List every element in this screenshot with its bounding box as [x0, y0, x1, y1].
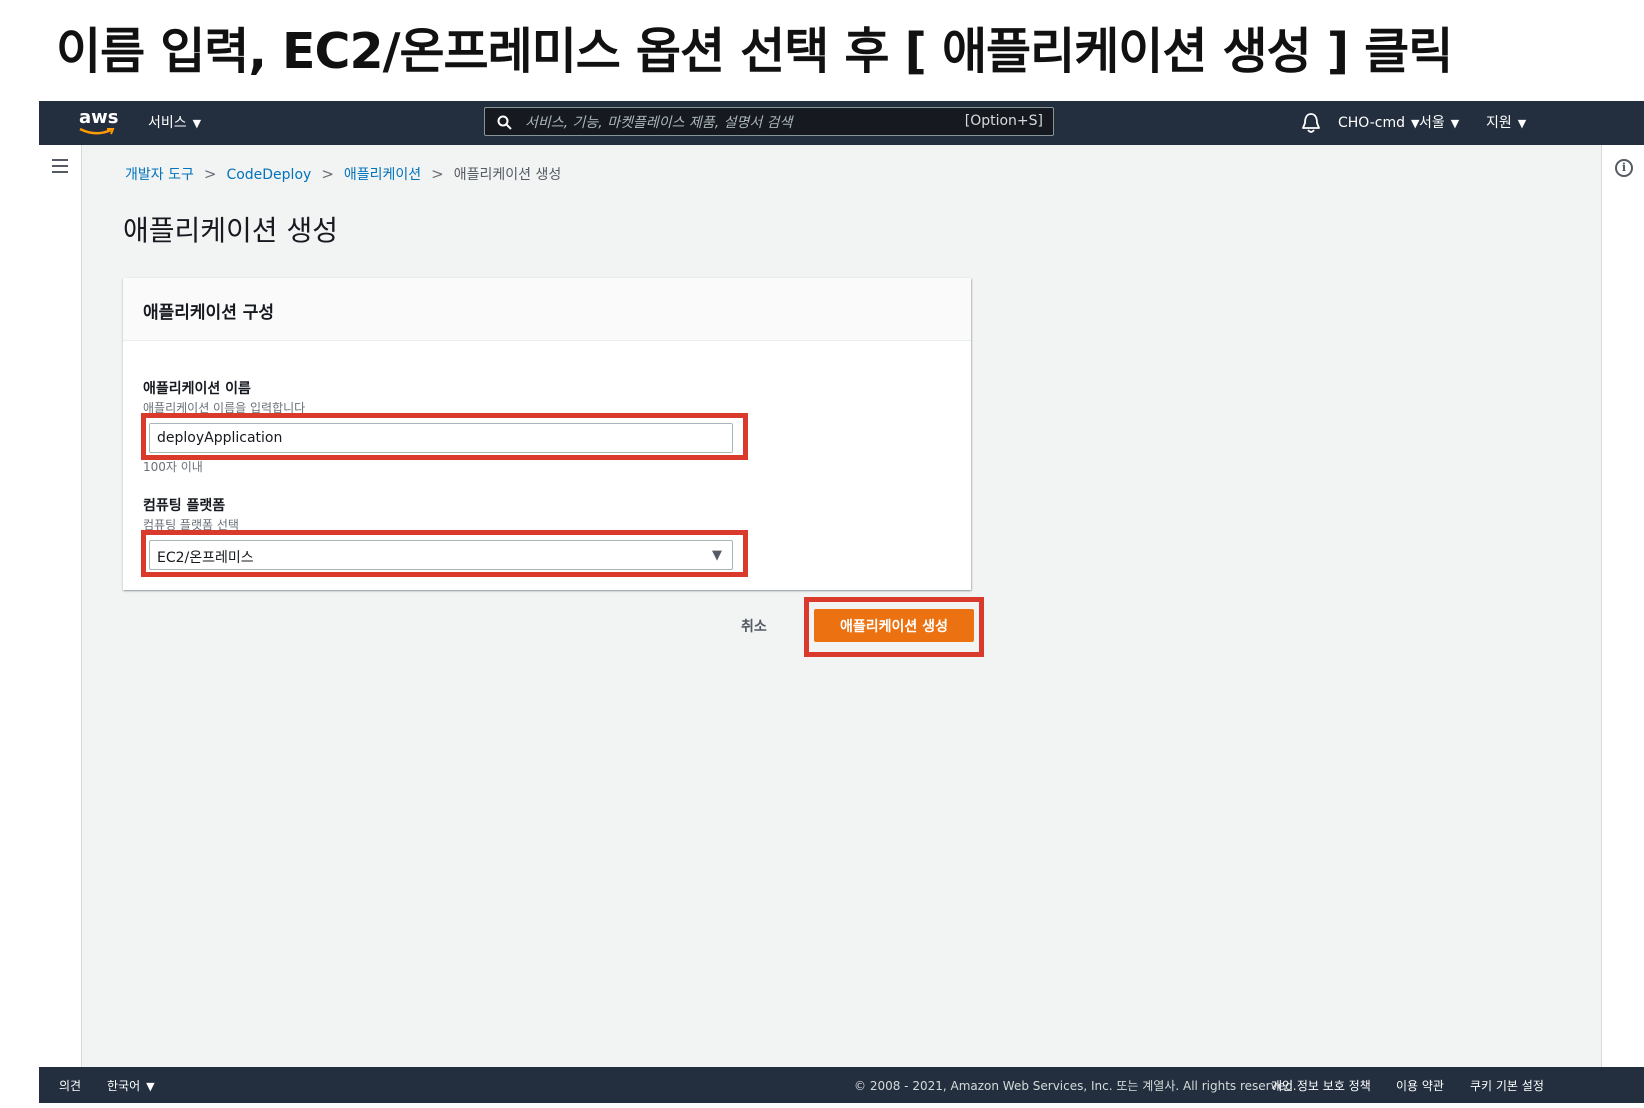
privacy-link[interactable]: 개인 정보 보호 정책: [1271, 1077, 1371, 1094]
caret-down-icon: ▼: [192, 117, 202, 130]
search-bar[interactable]: [Option+S]: [484, 107, 1054, 136]
caret-down-icon: ▼: [1450, 117, 1460, 130]
platform-select[interactable]: EC2/온프레미스 ▼: [149, 540, 733, 570]
search-icon: [497, 115, 512, 130]
app-name-constraint: 100자 이내: [143, 460, 203, 474]
aws-smile-icon: [79, 128, 115, 135]
aws-logo-text: aws: [79, 107, 119, 128]
search-shortcut: [Option+S]: [964, 113, 1043, 129]
support-menu[interactable]: 지원 ▼: [1486, 101, 1526, 145]
language-label: 한국어: [107, 1079, 141, 1093]
language-selector[interactable]: 한국어 ▼: [107, 1077, 155, 1094]
slide-title: 이름 입력, EC2/온프레미스 옵션 선택 후 [ 애플리케이션 생성 ] 클…: [56, 23, 1453, 80]
cancel-button[interactable]: 취소: [741, 616, 767, 636]
breadcrumb-current: 애플리케이션 생성: [453, 167, 562, 183]
platform-description: 컴퓨팅 플랫폼 선택: [143, 518, 239, 532]
right-rail: i: [1601, 145, 1644, 1067]
account-menu[interactable]: CHO-cmd ▼: [1338, 101, 1419, 145]
footer: 의견 한국어 ▼ © 2008 - 2021, Amazon Web Servic…: [39, 1067, 1644, 1103]
app-name-description: 애플리케이션 이름을 입력합니다: [143, 401, 306, 415]
breadcrumb-developer-tools[interactable]: 개발자 도구: [125, 167, 194, 183]
panel-title: 애플리케이션 구성: [143, 303, 275, 323]
copyright-text: © 2008 - 2021, Amazon Web Services, Inc.…: [854, 1079, 1297, 1093]
caret-down-icon: ▼: [146, 1080, 155, 1093]
info-icon[interactable]: i: [1615, 159, 1633, 177]
support-label: 지원: [1486, 115, 1512, 131]
hamburger-menu-icon[interactable]: [52, 159, 68, 173]
app-name-label: 애플리케이션 이름: [143, 381, 251, 397]
create-application-button[interactable]: 애플리케이션 생성: [814, 609, 974, 642]
platform-selected-value: EC2/온프레미스: [157, 550, 254, 566]
app-name-input[interactable]: [149, 423, 733, 453]
feedback-link[interactable]: 의견: [59, 1077, 81, 1094]
application-config-panel: 애플리케이션 구성 애플리케이션 이름 애플리케이션 이름을 입력합니다 100…: [123, 278, 971, 590]
chevron-right-icon: >: [203, 165, 217, 183]
page-title: 애플리케이션 생성: [123, 214, 338, 247]
aws-console: aws 서비스▼ [Option+S] CHO-cmd▼ 서울▼: [39, 101, 1644, 1103]
breadcrumb: 개발자 도구 > CodeDeploy > 애플리케이션 > 애플리케이션 생성: [125, 164, 561, 184]
chevron-right-icon: >: [431, 165, 444, 183]
platform-label: 컴퓨팅 플랫폼: [143, 498, 226, 514]
breadcrumb-applications[interactable]: 애플리케이션: [344, 167, 421, 183]
caret-down-icon: ▼: [1517, 117, 1527, 130]
bell-icon[interactable]: [1301, 112, 1321, 134]
breadcrumb-codedeploy[interactable]: CodeDeploy: [226, 167, 311, 183]
region-name: 서울: [1419, 115, 1445, 131]
region-menu[interactable]: 서울 ▼: [1419, 101, 1459, 145]
account-name: CHO-cmd: [1338, 115, 1405, 131]
cookies-link[interactable]: 쿠키 기본 설정: [1470, 1077, 1544, 1094]
services-menu[interactable]: 서비스 ▼: [148, 101, 201, 145]
services-menu-label: 서비스: [148, 115, 187, 131]
panel-header: 애플리케이션 구성: [123, 278, 971, 341]
search-input[interactable]: [523, 110, 947, 135]
chevron-right-icon: >: [321, 165, 334, 183]
terms-link[interactable]: 이용 약관: [1396, 1077, 1444, 1094]
left-rail: [39, 145, 82, 1067]
top-navigation: aws 서비스▼ [Option+S] CHO-cmd▼ 서울▼: [39, 101, 1644, 145]
aws-logo[interactable]: aws: [79, 105, 119, 139]
caret-down-icon: ▼: [712, 548, 722, 563]
